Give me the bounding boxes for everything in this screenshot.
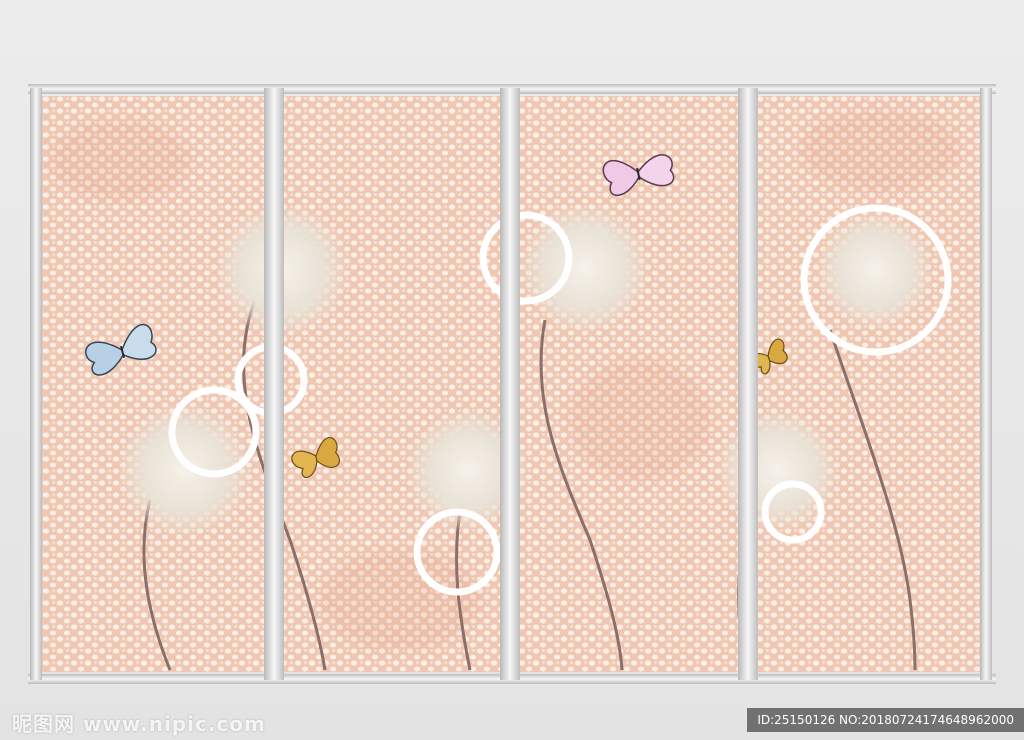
image-id-watermark: ID:25150126 NO:20180724174648962000 xyxy=(747,708,1024,732)
wallpaper-artwork xyxy=(28,84,996,684)
dandelion-icon xyxy=(815,210,935,330)
dandelion-icon xyxy=(519,202,651,334)
site-watermark: 昵图网 www.nipic.com xyxy=(12,712,266,736)
wall-background: 昵图网 www.nipic.com ID:25150126 NO:2018072… xyxy=(0,0,1024,740)
